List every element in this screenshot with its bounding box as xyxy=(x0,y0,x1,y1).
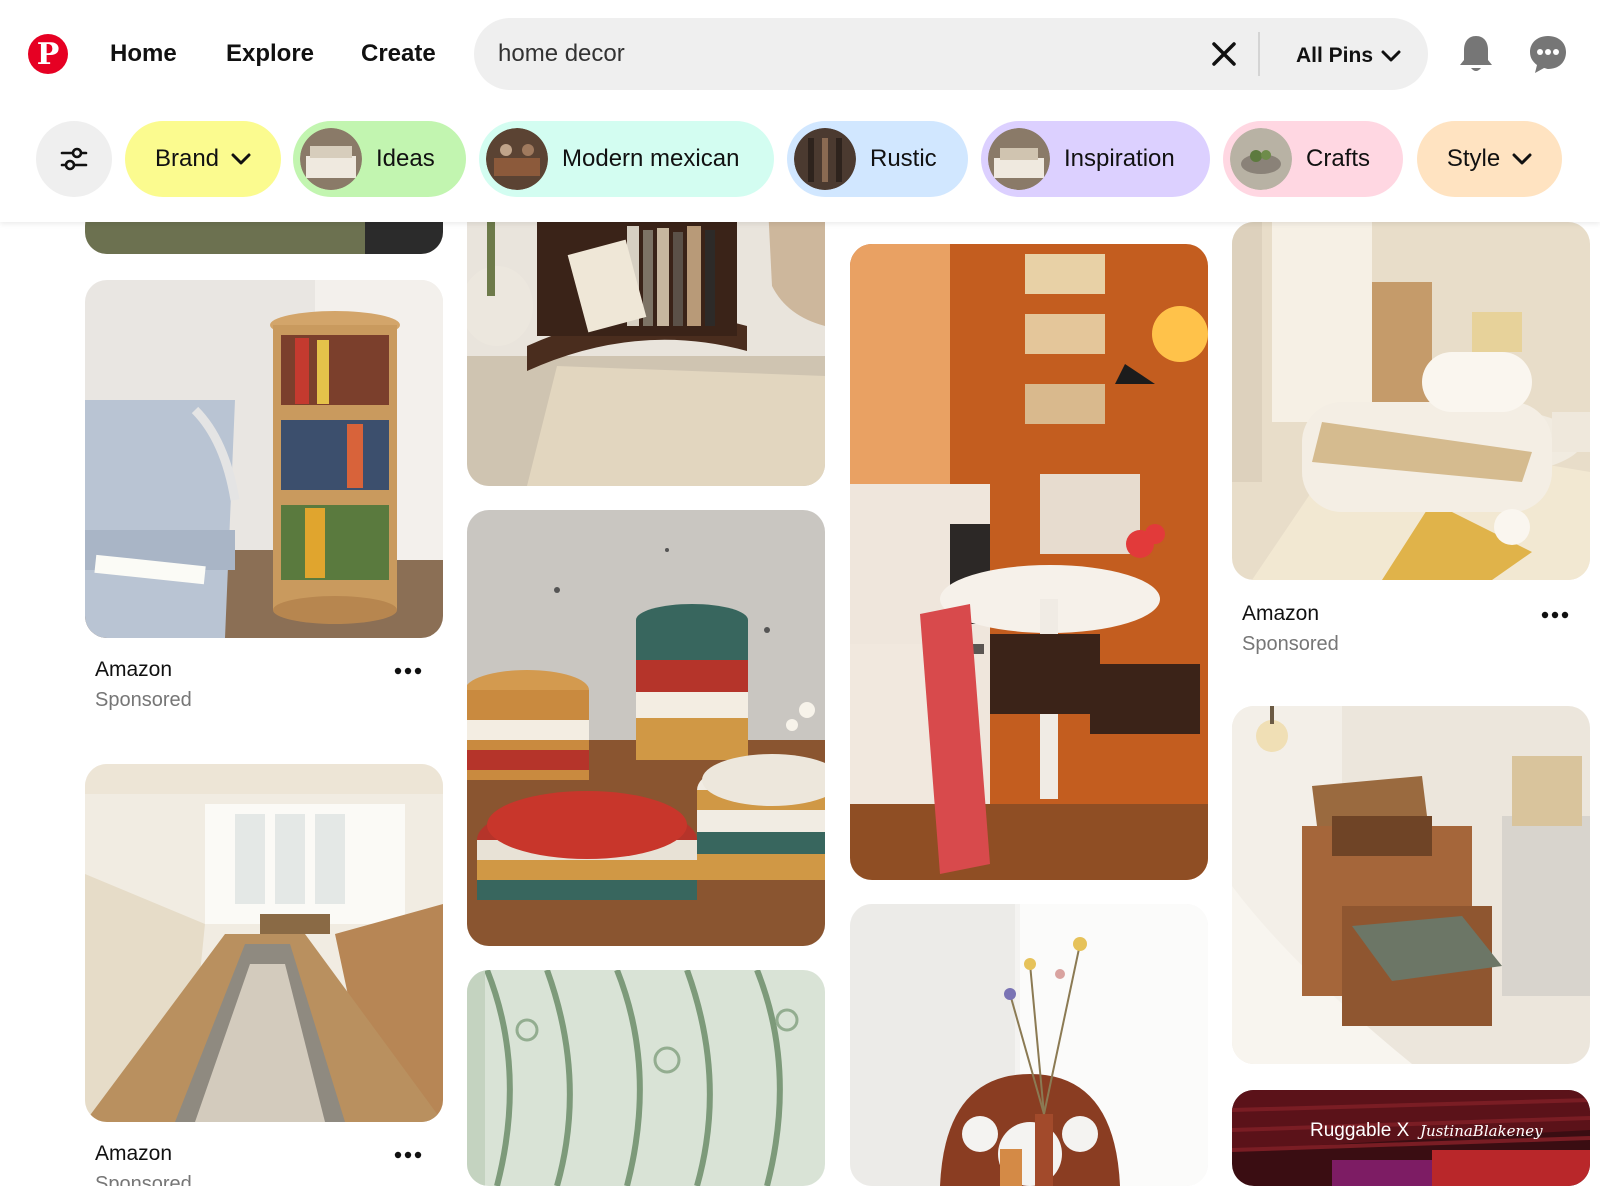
nav-explore[interactable]: Explore xyxy=(226,40,314,68)
pin-sponsored-label: Sponsored xyxy=(95,1173,192,1186)
search-divider xyxy=(1258,32,1260,76)
pin-sponsored-label: Sponsored xyxy=(1242,633,1339,655)
sliders-icon xyxy=(60,147,88,171)
more-options-icon[interactable] xyxy=(393,1146,423,1164)
pin-vanity-desk[interactable] xyxy=(1232,706,1590,1064)
pin-meta: Amazon Sponsored xyxy=(1232,602,1590,666)
nav-home[interactable]: Home xyxy=(110,40,177,68)
chevron-down-icon xyxy=(1512,153,1532,165)
chip-thumbnail xyxy=(1230,128,1292,190)
search-bar: All Pins xyxy=(474,18,1428,90)
more-options-icon[interactable] xyxy=(393,662,423,680)
more-options-icon[interactable] xyxy=(1540,606,1570,624)
filter-settings-button[interactable] xyxy=(36,121,112,197)
pin-dried-flowers[interactable] xyxy=(850,904,1208,1186)
filter-chip-label: Inspiration xyxy=(1064,145,1175,172)
chip-thumbnail xyxy=(794,128,856,190)
pin-image xyxy=(467,970,825,1186)
filter-chip-label: Ideas xyxy=(376,145,435,172)
pin-cloud-bedroom[interactable] xyxy=(1232,222,1590,580)
pin-lace-curtain[interactable] xyxy=(467,970,825,1186)
filter-chip-rustic[interactable]: Rustic xyxy=(787,121,968,197)
filter-chip-style[interactable]: Style xyxy=(1417,121,1562,197)
pin-image xyxy=(467,186,825,486)
chip-thumbnail xyxy=(486,128,548,190)
pin-image xyxy=(850,244,1208,880)
search-input[interactable] xyxy=(498,36,1138,72)
chevron-down-icon xyxy=(231,153,251,165)
filter-chip-inspiration[interactable]: Inspiration xyxy=(981,121,1210,197)
pin-record-shelf[interactable] xyxy=(467,186,825,486)
nav-create[interactable]: Create xyxy=(361,40,436,68)
pin-image xyxy=(850,904,1208,1186)
pinterest-logo[interactable]: P xyxy=(28,34,68,74)
filter-chip-ideas[interactable]: Ideas xyxy=(293,121,466,197)
filter-chip-modern-mexican[interactable]: Modern mexican xyxy=(479,121,774,197)
pin-image xyxy=(85,280,443,638)
pin-source[interactable]: Amazon xyxy=(95,658,172,682)
filter-chip-label: Crafts xyxy=(1306,145,1371,172)
pin-image: Ruggable X JustinaBlakeney xyxy=(1232,1090,1590,1186)
pin-kitchen-runner[interactable] xyxy=(85,764,443,1122)
pin-rotating-bookshelf[interactable] xyxy=(85,280,443,638)
filter-chip-brand[interactable]: Brand xyxy=(125,121,281,197)
pin-sponsored-label: Sponsored xyxy=(95,689,192,711)
pin-meta: Amazon Sponsored xyxy=(85,658,443,722)
filter-chip-label: Rustic xyxy=(870,145,937,172)
chip-thumbnail xyxy=(988,128,1050,190)
pin-source[interactable]: Amazon xyxy=(1242,602,1319,626)
chip-thumbnail xyxy=(300,128,362,190)
pin-image xyxy=(85,764,443,1122)
pin-orange-kitchen[interactable] xyxy=(850,244,1208,880)
clear-search-icon[interactable] xyxy=(1210,40,1238,68)
top-bar: P Home Explore Create All Pins Brand xyxy=(0,0,1600,222)
pin-ruggable[interactable]: Ruggable X JustinaBlakeney xyxy=(1232,1090,1590,1186)
search-scope-label: All Pins xyxy=(1296,44,1374,67)
notifications-bell-icon[interactable] xyxy=(1454,32,1498,76)
filter-chip-label: Brand xyxy=(154,145,220,172)
filter-chip-crafts[interactable]: Crafts xyxy=(1223,121,1403,197)
search-scope-dropdown[interactable]: All Pins xyxy=(1296,42,1401,70)
pin-image xyxy=(1232,222,1590,580)
filter-chip-label: Modern mexican xyxy=(562,145,740,172)
pin-source[interactable]: Amazon xyxy=(95,1142,172,1166)
filter-chip-label: Style xyxy=(1446,145,1501,172)
chevron-down-icon xyxy=(1381,50,1401,62)
messages-icon[interactable] xyxy=(1526,32,1570,76)
ruggable-brand-text: Ruggable X xyxy=(1310,1120,1410,1141)
pin-stacked-plates[interactable] xyxy=(467,510,825,946)
pin-image xyxy=(467,510,825,946)
ruggable-signature-text: JustinaBlakeney xyxy=(1417,1122,1543,1140)
pin-image xyxy=(1232,706,1590,1064)
pin-meta: Amazon Sponsored xyxy=(85,1142,443,1186)
